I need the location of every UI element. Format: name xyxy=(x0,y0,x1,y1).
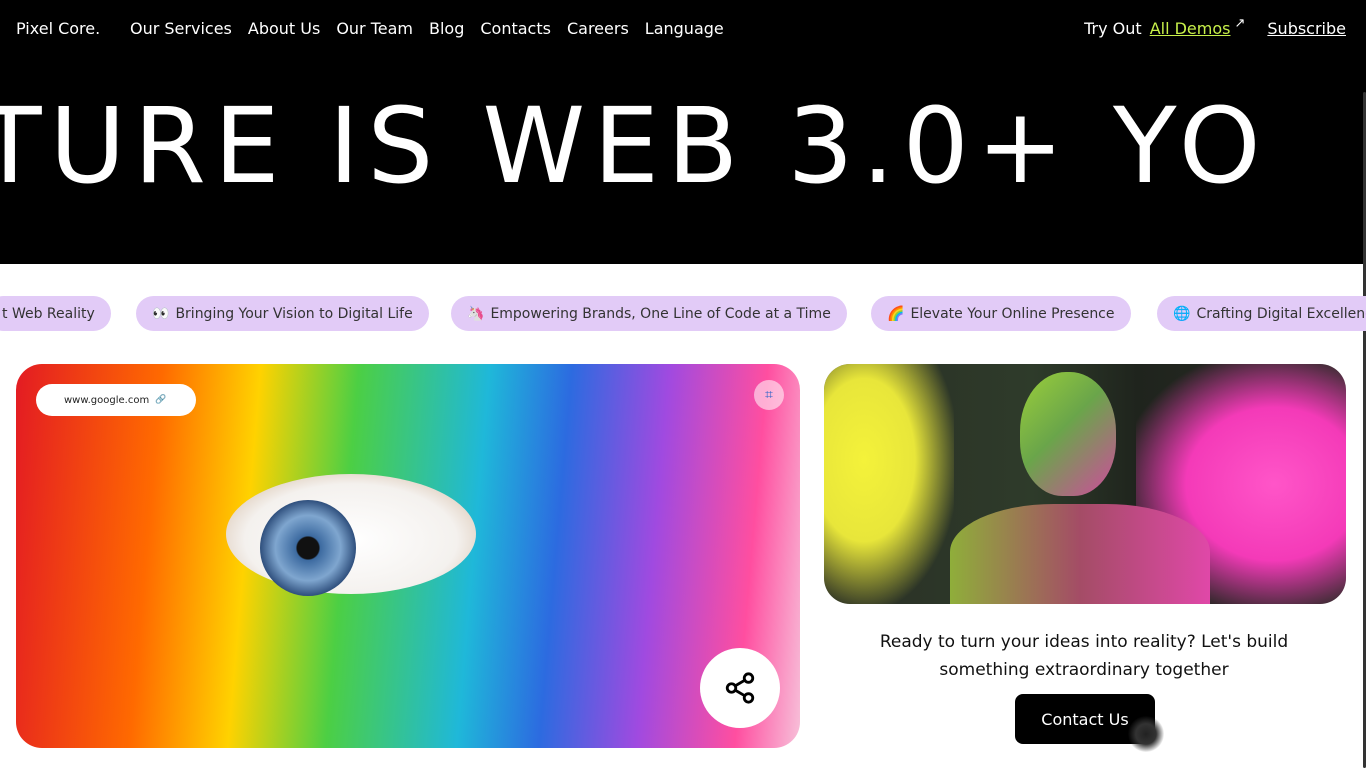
share-button[interactable] xyxy=(700,648,780,728)
all-demos-link[interactable]: All Demos xyxy=(1150,19,1231,38)
person-body-image xyxy=(950,504,1210,604)
brand-logo[interactable]: Pixel Core. xyxy=(16,19,100,38)
main-menu: Our Services About Us Our Team Blog Cont… xyxy=(130,19,724,38)
tag-pill[interactable]: 🌈 Elevate Your Online Presence xyxy=(871,296,1131,331)
custom-cursor xyxy=(1128,716,1164,752)
tag-label: Bringing Your Vision to Digital Life xyxy=(175,305,413,322)
tag-label: Empowering Brands, One Line of Code at a… xyxy=(490,305,831,322)
yellow-powder-image xyxy=(824,364,954,604)
url-text: www.google.com xyxy=(64,394,150,406)
tag-pill[interactable]: 👀 Bringing Your Vision to Digital Life xyxy=(136,296,429,331)
url-pill[interactable]: www.google.com 🔗 xyxy=(36,384,196,416)
nav-item-language[interactable]: Language xyxy=(645,19,724,38)
tag-label: Elevate Your Online Presence xyxy=(910,305,1115,322)
nav-item-contacts[interactable]: Contacts xyxy=(480,19,551,38)
nav-item-blog[interactable]: Blog xyxy=(429,19,464,38)
try-out-label: Try Out xyxy=(1084,19,1142,38)
nav-right: Try Out All Demos ↗ Subscribe xyxy=(1084,16,1346,38)
nav-item-our-services[interactable]: Our Services xyxy=(130,19,232,38)
tag-label: Crafting Digital Excellence xyxy=(1196,305,1366,322)
rainbow-icon: 🌈 xyxy=(887,305,905,322)
globe-icon: 🌐 xyxy=(1173,305,1191,322)
tag-pill[interactable]: 🌐 Crafting Digital Excellence xyxy=(1157,296,1366,331)
nav-item-our-team[interactable]: Our Team xyxy=(336,19,413,38)
link-icon: 🔗 xyxy=(155,395,167,405)
scan-icon[interactable]: ⌗ xyxy=(754,380,784,410)
side-image-card[interactable] xyxy=(824,364,1346,604)
tag-marquee: t Web Reality 👀 Bringing Your Vision to … xyxy=(0,296,1366,332)
hero-title: TURE IS WEB 3.0+ YO xyxy=(0,85,1269,207)
unicorn-icon: 🦄 xyxy=(467,305,485,322)
eye-iris xyxy=(260,500,356,596)
external-arrow-icon: ↗ xyxy=(1234,16,1246,31)
featured-image-card[interactable]: www.google.com 🔗 ⌗ xyxy=(16,364,800,748)
page-scrollbar[interactable] xyxy=(1363,92,1366,768)
nav-item-careers[interactable]: Careers xyxy=(567,19,629,38)
nav-item-about-us[interactable]: About Us xyxy=(248,19,320,38)
subscribe-link[interactable]: Subscribe xyxy=(1267,19,1346,38)
top-navigation: Pixel Core. Our Services About Us Our Te… xyxy=(0,0,1366,60)
share-icon xyxy=(725,672,755,704)
tag-label: t Web Reality xyxy=(2,305,95,322)
hero-section: Pixel Core. Our Services About Us Our Te… xyxy=(0,0,1366,264)
eyes-icon: 👀 xyxy=(152,305,170,322)
person-head-image xyxy=(1020,372,1116,496)
cta-text: Ready to turn your ideas into reality? L… xyxy=(879,632,1289,680)
tag-pill[interactable]: t Web Reality xyxy=(0,296,111,331)
tag-pill[interactable]: 🦄 Empowering Brands, One Line of Code at… xyxy=(451,296,847,331)
